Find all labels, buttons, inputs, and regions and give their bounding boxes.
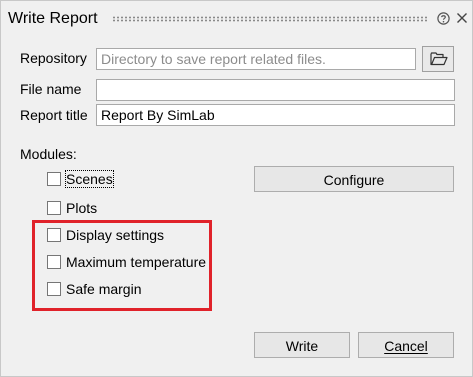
scenes-label[interactable]: Scenes xyxy=(65,170,114,188)
plots-label[interactable]: Plots xyxy=(66,200,97,216)
configure-button[interactable]: Configure xyxy=(254,166,454,192)
folder-open-icon xyxy=(430,52,448,66)
report-title-value: Report By SimLab xyxy=(101,107,215,123)
highlight-annotation xyxy=(32,220,212,311)
report-title-input[interactable]: Report By SimLab xyxy=(96,104,455,126)
write-button[interactable]: Write xyxy=(254,332,350,358)
scenes-checkbox[interactable] xyxy=(47,172,61,186)
help-icon[interactable] xyxy=(437,12,450,25)
repository-label: Repository xyxy=(20,50,87,66)
dialog-title: Write Report xyxy=(8,10,98,27)
modules-label: Modules: xyxy=(20,146,77,162)
browse-folder-button[interactable] xyxy=(422,46,454,72)
close-icon[interactable] xyxy=(456,12,468,24)
drag-handle[interactable] xyxy=(112,16,429,22)
filename-label: File name xyxy=(20,81,82,97)
repository-input[interactable]: Directory to save report related files. xyxy=(96,48,416,70)
report-title-label: Report title xyxy=(20,107,88,123)
plots-checkbox[interactable] xyxy=(47,201,61,215)
repository-placeholder: Directory to save report related files. xyxy=(101,51,326,67)
cancel-button[interactable]: Cancel xyxy=(358,332,454,358)
filename-input[interactable] xyxy=(96,79,455,101)
write-report-dialog: Write Report Repository Directory to sav… xyxy=(0,0,473,377)
dialog-titlebar[interactable]: Write Report xyxy=(1,1,472,35)
